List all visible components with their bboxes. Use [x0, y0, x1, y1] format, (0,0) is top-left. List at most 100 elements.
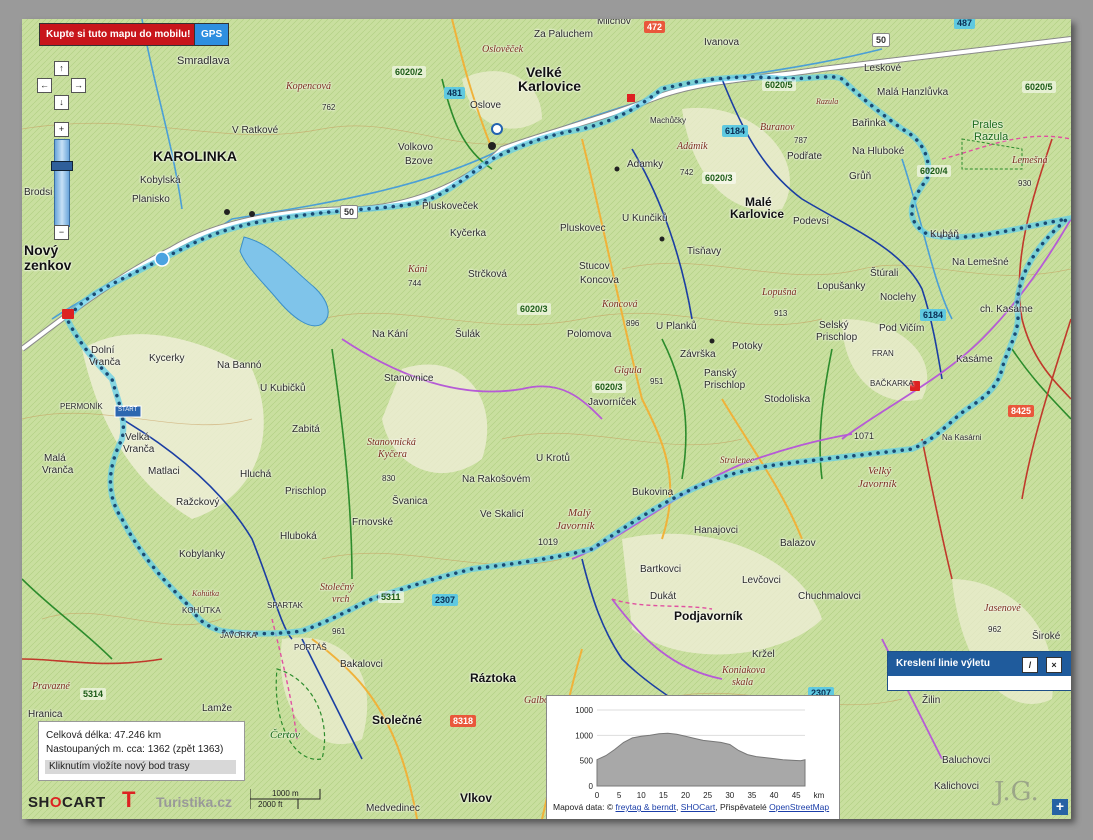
place-chuchmalovci: Chuchmalovci [798, 591, 861, 602]
place-polomova: Polomova [567, 329, 612, 340]
road-2307-a: 2307 [432, 594, 459, 606]
profile-x-tick: 15 [659, 791, 668, 800]
place-koncova: Koncova [580, 275, 619, 286]
pan-right-button[interactable]: → [71, 78, 86, 93]
place-zabita: Zabitá [292, 424, 320, 435]
trail-6020-3-a: 6020/3 [702, 172, 736, 184]
credit-separator: , [676, 802, 679, 812]
profile-x-tick: 45 [792, 791, 801, 800]
peak-koniakova-1: Koniakova [722, 665, 766, 676]
place-noclehy: Noclehy [880, 292, 917, 303]
road-6184-b: 6184 [920, 309, 947, 321]
place-na-kani: Na Kání [372, 329, 409, 340]
gps-button[interactable]: GPS [194, 23, 230, 46]
place-portas: PORTÁŠ [294, 643, 327, 652]
elevation-896: 896 [626, 319, 640, 328]
place-pluskovecek: Pluskoveček [422, 201, 479, 212]
place-machacky: Machůčky [650, 116, 687, 125]
road-481: 481 [444, 87, 466, 99]
place-selsky-2: Prischlop [816, 332, 858, 343]
peak-velky-javornik-2: Javorník [858, 478, 897, 490]
add-point-hint[interactable]: Kliknutím vložíte nový bod trasy [45, 760, 236, 774]
place-velka-2: Vranča [123, 444, 155, 455]
zoom-slider-track[interactable] [54, 139, 70, 227]
start-marker: START [118, 407, 138, 413]
peak-maly-javornik-1: Malý [568, 507, 591, 519]
profile-x-tick: 0 [595, 791, 600, 800]
credit-link-freytag[interactable]: freytag & berndt [616, 802, 676, 812]
t-logo: T [122, 787, 136, 812]
trail-6020-5: 6020/5 [1022, 81, 1056, 93]
road-6184-a: 6184 [722, 125, 749, 137]
trail-6020-2: 6020/2 [392, 66, 426, 78]
place-baluchovci: Baluchovci [942, 755, 991, 766]
elevation-744: 744 [408, 279, 422, 288]
profile-x-tick: 5 [617, 791, 622, 800]
place-za-paluchem: Za Paluchem [534, 29, 593, 40]
place-matlaci: Matlaci [148, 466, 180, 477]
town-novy-2: zenkov [24, 257, 72, 273]
elevation-1071: 1071 [854, 431, 875, 441]
pan-up-button[interactable]: ↑ [54, 61, 69, 76]
place-razckovy: Ražckový [176, 497, 220, 508]
credit-link-shocart[interactable]: SHOCart [681, 802, 715, 812]
place-kycerky: Kycerky [149, 353, 185, 364]
peak-stanovnicka-1: Stanovnická [367, 437, 416, 448]
place-smradlava: Smradlava [177, 55, 230, 67]
close-panel-button[interactable]: × [1046, 657, 1062, 673]
pan-left-button[interactable]: ← [37, 78, 52, 93]
town-karolinka: KAROLINKA [153, 148, 237, 164]
zoom-in-button[interactable]: + [54, 122, 69, 137]
peak-maly-javornik-2: Javorník [556, 520, 595, 532]
elevation-951: 951 [650, 377, 664, 386]
place-leskove: Leskové [864, 63, 902, 74]
elevation-962: 962 [988, 625, 1002, 634]
elevation-830: 830 [382, 474, 396, 483]
edit-line-button[interactable]: / [1022, 657, 1038, 673]
place-krzel: Kržel [752, 649, 775, 660]
place-selsky-1: Selský [819, 320, 849, 331]
zoom-out-button[interactable]: − [54, 225, 69, 240]
place-permonik: PERMONÍK [60, 402, 103, 411]
elevation-787: 787 [794, 136, 808, 145]
pan-down-button[interactable]: ↓ [54, 95, 69, 110]
profile-y-tick: 500 [580, 757, 594, 766]
place-mala-vranca-2: Vranča [42, 465, 74, 476]
place-velka-1: Velká [125, 432, 150, 443]
zoom-slider-handle[interactable] [51, 161, 73, 171]
peak-stolecny-2: vrch [332, 594, 350, 605]
peak-kani: Káni [408, 264, 428, 275]
elevation-913: 913 [774, 309, 788, 318]
place-v-ratkove: V Ratkové [232, 125, 279, 136]
place-tisnavy: Tisňavy [687, 246, 722, 257]
place-kalichovci: Kalichovci [934, 781, 980, 792]
peak-koniakova-2: skala [732, 677, 754, 688]
place-pod-vicim: Pod Vičím [879, 323, 925, 334]
town-stolecne: Stolečné [372, 713, 423, 727]
place-mala-hanzluvka: Malá Hanzlůvka [877, 87, 949, 98]
place-brodsi: Brodsi [24, 187, 53, 198]
elevation-profile[interactable]: 1000 1000 500 0 0 5 10 15 20 25 30 35 40 45 km Mapová… [546, 695, 840, 819]
elevation-1019: 1019 [538, 537, 559, 547]
map-viewport[interactable]: Kupte si tuto mapu do mobilu! GPS ↑ ← → … [22, 19, 1071, 819]
place-sulak: Šulák [455, 329, 481, 340]
place-na-lemesne: Na Lemešné [952, 257, 1009, 268]
peak-certov: Čertov [270, 729, 300, 741]
profile-x-tick: 35 [747, 791, 756, 800]
profile-x-tick: 25 [703, 791, 712, 800]
profile-y-tick: 1000 [575, 706, 593, 715]
trail-6020-3-c: 6020/3 [592, 381, 626, 393]
peak-kopencova: Kopencová [286, 81, 331, 92]
scale-feet: 2000 ft [258, 800, 283, 809]
credit-link-osm[interactable]: OpenStreetMap [769, 802, 829, 812]
place-javorka: JAVORKA [220, 631, 257, 640]
buy-map-button[interactable]: Kupte si tuto mapu do mobilu! [39, 23, 198, 46]
place-lamze: Lamže [202, 703, 233, 714]
scale-bar: 1000 m 2000 ft [250, 787, 321, 811]
place-prischlop: Prischlop [285, 486, 327, 497]
peak-lopusna: Lopušná [762, 287, 797, 298]
place-bzove: Bzove [405, 156, 433, 167]
place-medvedinec: Medvedinec [366, 803, 420, 814]
expand-plus-button[interactable]: + [1052, 799, 1068, 815]
road-487: 487 [954, 19, 976, 29]
